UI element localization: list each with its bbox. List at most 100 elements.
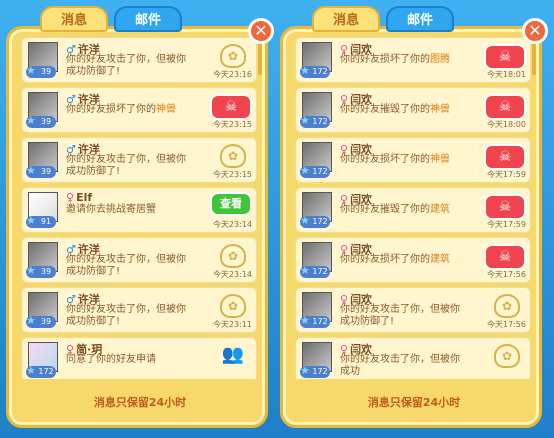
star-icon: ★ (300, 214, 310, 227)
tab-messages[interactable]: 消息 (312, 6, 380, 32)
player-name: ♀ Elf (66, 191, 92, 204)
skull-button[interactable]: ☠ (484, 44, 526, 70)
message-body: 邀请你去挑战寄居蟹 (66, 204, 156, 215)
message-text: 你的好友攻击了你，但被你成功防御了! (340, 304, 468, 328)
star-icon: ★ (26, 364, 36, 377)
list-item[interactable]: ★ 39 ♂ 许洋 你的好友攻击了你，但被你成功防御了! ✿ 今天23:14 (21, 237, 257, 283)
message-body: 你的好友摧毁了你的 (340, 204, 430, 215)
close-button[interactable]: ✕ (248, 18, 274, 44)
tab-mail[interactable]: 邮件 (386, 6, 454, 32)
skull-button[interactable]: ☠ (484, 144, 526, 170)
level-badge: ★ 172 (300, 114, 330, 128)
message-body: 你的好友攻击了你，但被你成功防御了! (66, 254, 186, 277)
timestamp: 今天17:59 (486, 170, 526, 179)
message-text: 你的好友攻击了你，但被你成功防御了! (66, 54, 194, 78)
level-value: 172 (312, 217, 328, 226)
message-text: 你的好友损坏了你的神兽 (340, 154, 468, 166)
loot-bag-icon: ✿ (220, 294, 246, 318)
level-badge: ★ 91 (26, 214, 56, 228)
level-value: 172 (312, 167, 328, 176)
list-item[interactable]: ★ 39 ♂ 许洋 你的好友攻击了你，但被你成功防御了! ✿ 今天23:16 (21, 37, 257, 83)
message-list: ★ 39 ♂ 许洋 你的好友攻击了你，但被你成功防御了! ✿ 今天23:16 ★ 39 ♂ 许洋 你的… (21, 37, 257, 379)
list-item[interactable]: ★ 172 ♀ 闫欢 你的好友攻击了你，但被你成功 ✿ (295, 337, 531, 379)
view-button[interactable]: 查看 (210, 192, 252, 216)
level-value: 172 (312, 117, 328, 126)
star-icon: ★ (300, 64, 310, 77)
star-icon: ★ (300, 114, 310, 127)
star-icon: ★ (26, 314, 36, 327)
level-value: 39 (40, 317, 52, 326)
message-body: 你的好友攻击了你，但被你成功防御了! (340, 304, 460, 327)
retention-notice: 消息只保留24小时 (367, 396, 461, 409)
level-badge: ★ 172 (300, 64, 330, 78)
timestamp: 今天23:15 (212, 170, 252, 179)
level-badge: ★ 39 (26, 115, 56, 128)
tab-messages[interactable]: 消息 (40, 6, 108, 32)
message-highlight: 建筑 (430, 204, 450, 215)
message-list: ★ 172 ♀ 闫欢 你的好友损坏了你的图腾 ☠ 今天18:01 ★ 172 ♀ 闫欢 你的好友摧毁了… (295, 37, 531, 379)
message-body: 你的好友攻击了你，但被你成功防御了! (66, 304, 186, 327)
tab-bar-left: 消息 邮件 (40, 6, 182, 32)
message-text: 你的好友损坏了你的建筑 (340, 254, 468, 266)
skull-button[interactable]: ☠ (484, 94, 526, 120)
message-body: 你的好友损坏了你的 (340, 54, 430, 65)
tab-mail[interactable]: 邮件 (114, 6, 182, 32)
message-text: 你的好友损坏了你的图腾 (340, 54, 468, 66)
level-value: 39 (40, 117, 52, 126)
list-item[interactable]: ★ 172 ♀ 闫欢 你的好友损坏了你的神兽 ☠ 今天17:59 (295, 137, 531, 183)
list-item[interactable]: ★ 172 ♀ 闫欢 你的好友摧毁了你的神兽 ☠ 今天18:00 (295, 87, 531, 133)
loot-bag-icon: ✿ (494, 344, 520, 368)
loot-bag-icon: ✿ (494, 294, 520, 318)
friends-icon: 👥 (221, 344, 245, 365)
list-item[interactable]: ★ 172 ♀ 闫欢 你的好友攻击了你，但被你成功防御了! ✿ 今天17:56 (295, 287, 531, 333)
timestamp: 今天23:14 (212, 220, 252, 229)
list-item[interactable]: ★ 172 ♀ 闫欢 你的好友损坏了你的建筑 ☠ 今天17:56 (295, 237, 531, 283)
level-badge: ★ 39 (26, 64, 56, 78)
level-badge: ★ 172 (300, 165, 330, 178)
level-badge: ★ 172 (300, 314, 330, 328)
list-item[interactable]: ★ 172 ♀ 简·玥 同意了你的好友申请 👥 (21, 337, 257, 379)
message-body: 你的好友攻击了你，但被你成功防御了! (66, 54, 186, 77)
message-text: 同意了你的好友申请 (66, 354, 194, 366)
timestamp: 今天17:56 (486, 270, 526, 279)
message-text: 邀请你去挑战寄居蟹 (66, 204, 194, 216)
level-badge: ★ 39 (26, 314, 56, 328)
star-icon: ★ (26, 214, 36, 227)
scrollbar[interactable] (258, 39, 262, 75)
timestamp: 今天23:14 (212, 270, 252, 279)
star-icon: ★ (300, 264, 310, 277)
message-body: 你的好友损坏了你的 (340, 154, 430, 165)
timestamp: 今天23:15 (212, 120, 252, 129)
message-text: 你的好友损坏了你的神兽 (66, 104, 194, 116)
level-badge: ★ 172 (300, 264, 330, 278)
message-text: 你的好友摧毁了你的建筑 (340, 204, 468, 216)
star-icon: ★ (26, 64, 36, 77)
skull-button[interactable]: ☠ (210, 94, 252, 120)
message-text: 你的好友攻击了你，但被你成功防御了! (66, 304, 194, 328)
list-item[interactable]: ★ 39 ♂ 许洋 你的好友攻击了你，但被你成功防御了! ✿ 今天23:11 (21, 287, 257, 333)
skull-button[interactable]: ☠ (484, 244, 526, 270)
message-highlight: 建筑 (430, 254, 450, 265)
retention-notice: 消息只保留24小时 (93, 396, 187, 409)
message-highlight: 图腾 (430, 54, 450, 65)
scrollbar[interactable] (532, 39, 536, 75)
level-value: 91 (40, 217, 52, 226)
star-icon: ★ (300, 314, 310, 327)
timestamp: 今天23:16 (212, 70, 252, 79)
list-item[interactable]: ★ 172 ♀ 闫欢 你的好友摧毁了你的建筑 ☠ 今天17:59 (295, 187, 531, 233)
list-item[interactable]: ★ 172 ♀ 闫欢 你的好友损坏了你的图腾 ☠ 今天18:01 (295, 37, 531, 83)
skull-button[interactable]: ☠ (484, 194, 526, 220)
list-item[interactable]: ★ 39 ♂ 许洋 你的好友攻击了你，但被你成功防御了! ✿ 今天23:15 (21, 137, 257, 183)
message-body: 你的好友摧毁了你的 (340, 104, 430, 115)
list-item[interactable]: ★ 39 ♂ 许洋 你的好友损坏了你的神兽 ☠ 今天23:15 (21, 87, 257, 133)
close-button[interactable]: ✕ (522, 18, 548, 44)
list-item[interactable]: ★ 91 ♀ Elf 邀请你去挑战寄居蟹 查看今天23:14 (21, 187, 257, 233)
star-icon: ★ (26, 264, 36, 277)
loot-bag-icon: ✿ (220, 44, 246, 68)
message-text: 你的好友摧毁了你的神兽 (340, 104, 468, 116)
timestamp: 今天18:01 (486, 70, 526, 79)
level-badge: ★ 172 (300, 364, 330, 378)
timestamp: 今天23:11 (212, 320, 252, 329)
level-value: 172 (38, 367, 54, 376)
star-icon: ★ (300, 364, 310, 377)
